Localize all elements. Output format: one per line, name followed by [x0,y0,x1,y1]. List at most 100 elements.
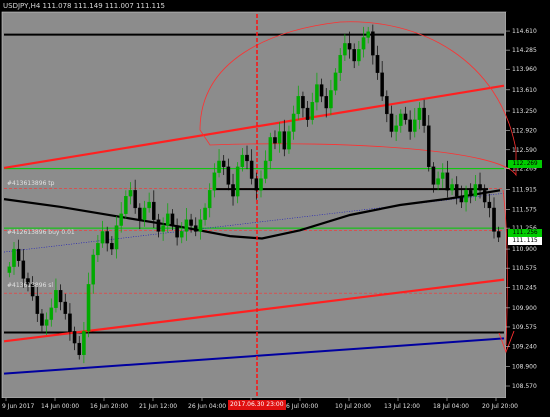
chart-window[interactable]: 114.610 114.285 113.960 113.610 113.250 112.9… [0,0,550,413]
price-tick-label: 109.240 [512,344,537,351]
candle-body [389,113,394,132]
candle-body [478,184,482,191]
candle-body [249,160,254,179]
candle-body [245,154,249,162]
candle-body [287,131,291,150]
candle-body [282,131,287,150]
price-tick-label: 114.285 [512,47,537,54]
candle-body [170,213,175,226]
candle-body [124,196,128,214]
candle-body [212,172,217,191]
candle-body [40,313,44,326]
plot-area [1,11,507,399]
candle-body [231,184,235,197]
candle-body [179,231,184,238]
candle-body [454,184,459,197]
candle-body [268,137,273,162]
candle-body [422,107,426,126]
price-tick-label: 113.250 [512,108,537,115]
price-chart[interactable]: 114.610 114.285 113.960 113.610 113.250 112.9… [0,0,550,413]
candle-body [413,119,417,132]
candle-body [91,254,95,285]
candle-body [217,160,221,173]
candle-body [175,225,179,238]
candle-body [399,113,403,126]
price-tick-label: 110.245 [512,285,537,292]
candle-body [273,137,277,144]
candle-body [235,166,240,197]
candle-body [119,213,123,226]
price-tick-label: 112.590 [512,147,537,154]
time-tick-label: 13 Jul 12:00 [384,403,420,410]
candle-body [142,207,147,220]
price-tick-label: 113.960 [512,66,537,73]
candle-body [254,178,259,191]
candle-body [310,102,315,120]
candle-body [487,201,492,209]
price-tick-label: 109.575 [512,324,537,331]
time-tick-label: 10 Jul 20:00 [335,403,371,410]
candle-body [58,290,63,303]
order-label-tp: #413613896 tp [7,180,55,187]
candle-body [324,96,329,109]
candle-body [138,207,142,220]
order-label-sl: #413613896 sl [7,282,54,289]
candle-body [226,166,231,185]
candle-body [482,190,487,203]
candle-body [35,295,40,314]
candle-body [426,125,431,167]
candle-body [7,266,12,273]
time-tick-label: 21 Jun 12:00 [139,403,177,410]
candle-body [203,207,207,220]
price-tick-label: 111.575 [512,206,537,213]
price-tick-label: 108.900 [512,364,537,371]
candle-body [156,219,161,232]
candle-body [21,260,26,279]
price-tick-label: 111.915 [512,186,537,193]
candle-body [147,201,151,209]
candle-body [221,160,226,167]
price-tick-label: 113.610 [512,87,537,94]
candle-body [371,31,375,56]
candle-body [63,301,68,314]
candle-body [361,37,366,50]
candle-body [436,178,440,185]
candle-body [394,125,398,132]
candle-body [54,290,58,308]
candle-body [291,113,296,132]
candle-body [431,166,436,185]
candle-body [44,319,49,326]
order-label-buy: #412613896 buy 0.01 [7,229,75,236]
candle-body [49,307,54,320]
candle-body [468,190,473,197]
time-tick-label: 18 Jul 04:00 [433,403,469,410]
candle-body [338,54,342,73]
candle-body [492,207,496,232]
price-tick-label: 108.570 [512,383,537,390]
candle-body [464,190,468,203]
candle-body [152,201,156,220]
candle-body [417,107,422,120]
candle-body [207,190,212,209]
candle-body [184,219,189,232]
candle-body [105,231,109,244]
candle-body [133,190,137,209]
candle-body [403,113,408,120]
price-tick-label: 110.575 [512,265,537,272]
candle-body [440,172,445,179]
time-tick-label: 16 Jun 20:00 [90,403,128,410]
candle-body [385,96,389,115]
candle-body [82,331,86,356]
candle-body [277,131,282,144]
candle-body [198,219,203,232]
candle-body [128,190,133,197]
candle-body [100,231,105,244]
candle-body [319,84,324,97]
candle-body [12,248,16,267]
candle-body [305,107,310,120]
candle-body [375,54,380,73]
candle-body [301,96,305,109]
time-tick-label: 6 Jul 00:00 [286,403,318,410]
candle-body [114,225,119,250]
candle-body [380,72,384,97]
